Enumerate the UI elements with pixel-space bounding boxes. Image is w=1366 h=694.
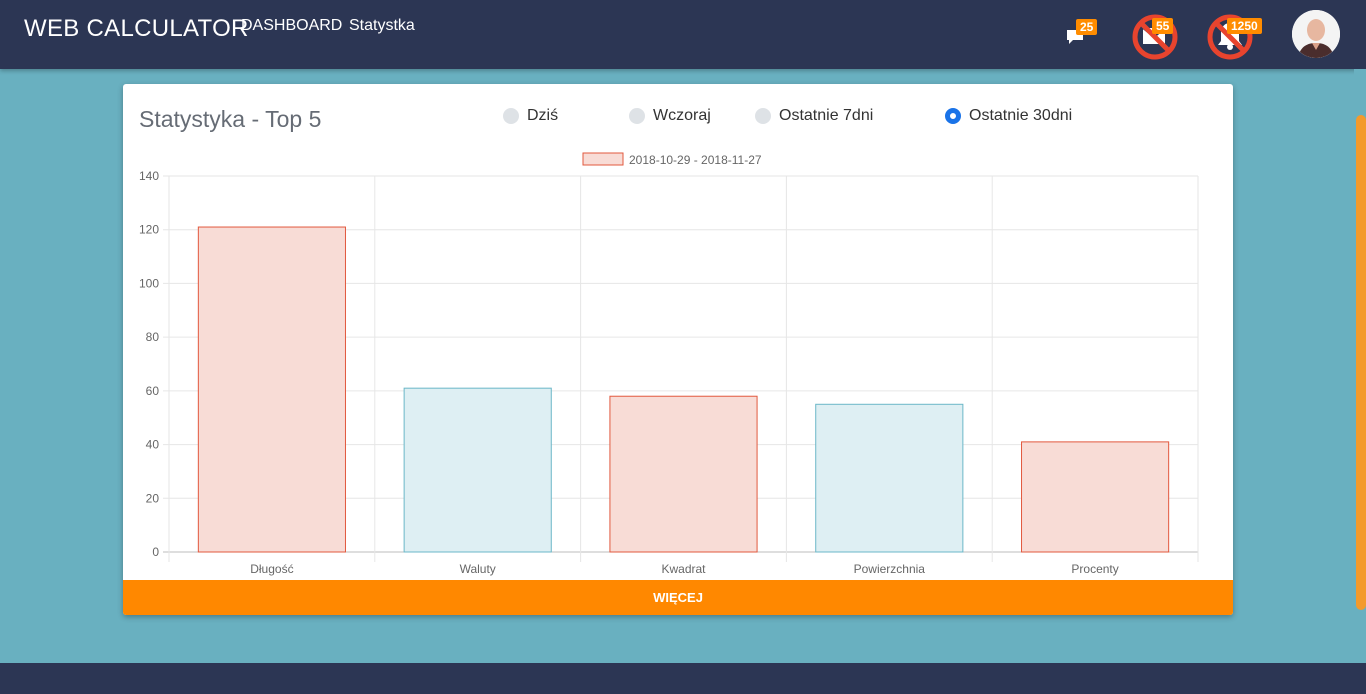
y-tick-label: 120 [139,223,159,237]
legend-swatch [582,152,624,166]
y-tick-label: 0 [152,545,159,559]
bar-3 [815,403,964,553]
user-photo-icon [1292,10,1340,58]
messages-badge: 25 [1076,19,1098,35]
mail-badge: 55 [1152,18,1174,34]
y-tick-label: 80 [146,330,160,344]
footer-bar [0,663,1366,694]
bar-4 [1021,441,1170,553]
more-button[interactable]: WIĘCEJ [123,580,1233,615]
top-navbar: WEB CALCULATOR DASHBOARD Statystka 25 55… [0,0,1366,69]
x-tick-label: Procenty [1071,562,1118,576]
y-tick-label: 100 [139,276,159,290]
bar-2 [609,395,758,553]
x-tick-label: Waluty [460,562,496,576]
y-tick-label: 20 [146,491,160,505]
page-scrollbar-thumb[interactable] [1356,115,1366,610]
bar-0 [197,226,346,553]
brand-title[interactable]: WEB CALCULATOR [24,15,249,43]
x-tick-label: Powierzchnia [854,562,926,576]
bar-chart: 0 20 40 60 80 100 120 140 2018-10-29 - 2018-11-2… [139,152,1199,576]
nav-dashboard[interactable]: DASHBOARD [241,17,342,35]
y-tick-label: 140 [139,169,159,183]
x-tick-label: Kwadrat [661,562,706,576]
nav-statystka[interactable]: Statystka [349,17,415,35]
user-avatar[interactable] [1292,10,1340,58]
notifications-badge: 1250 [1227,18,1262,34]
stats-card: Statystyka - Top 5 Dziś Wczoraj Ostatnie… [123,84,1233,615]
x-tick-label: Długość [250,562,293,576]
y-tick-label: 60 [146,384,160,398]
bar-1 [403,387,552,553]
y-tick-label: 40 [146,438,160,452]
legend-label: 2018-10-29 - 2018-11-27 [629,153,762,167]
